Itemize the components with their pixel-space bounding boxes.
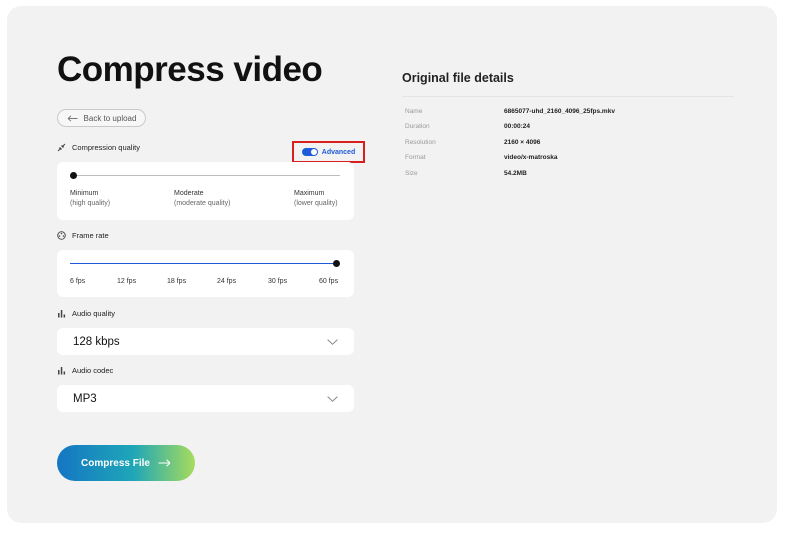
- audio-codec-label: Audio codec: [57, 366, 113, 375]
- compression-quality-label: Compression quality: [57, 143, 140, 152]
- detail-row-duration: Duration 00:00:24: [405, 123, 531, 130]
- detail-row-name: Name 6865077-uhd_2160_4096_25fps.mkv: [405, 108, 615, 115]
- detail-row-size: Size 54.2MB: [405, 170, 527, 177]
- fps-option: 6 fps: [70, 278, 86, 285]
- compress-file-label: Compress File: [81, 457, 150, 469]
- compression-slider-track[interactable]: [74, 175, 340, 176]
- frame-rate-slider-handle[interactable]: [333, 260, 340, 267]
- details-title: Original file details: [402, 71, 514, 85]
- arrow-left-icon: [67, 114, 78, 122]
- audio-codec-select[interactable]: MP3: [57, 385, 354, 412]
- frame-rate-text: Frame rate: [72, 231, 109, 240]
- compression-quality-text: Compression quality: [72, 143, 140, 152]
- audio-bars-icon: [58, 310, 66, 318]
- fps-option: 30 fps: [268, 278, 288, 285]
- frame-rate-panel: 6 fps 12 fps 18 fps 24 fps 30 fps 60 fps: [57, 250, 354, 297]
- back-to-upload-label: Back to upload: [83, 113, 137, 123]
- fps-option: 60 fps: [319, 278, 339, 285]
- arrow-right-icon: [158, 459, 171, 467]
- film-reel-icon: [57, 231, 66, 240]
- chevron-down-icon: [327, 395, 338, 402]
- fps-option: 12 fps: [117, 278, 137, 285]
- detail-row-format: Format video/x-matroska: [405, 154, 558, 161]
- frame-rate-label: Frame rate: [57, 231, 109, 240]
- audio-quality-text: Audio quality: [72, 309, 115, 318]
- frame-rate-slider-track[interactable]: [70, 263, 337, 264]
- compression-quality-panel: Minimum (high quality) Moderate (moderat…: [57, 162, 354, 220]
- quality-level-minimum: Minimum (high quality): [70, 190, 111, 207]
- details-divider: [402, 96, 734, 97]
- compression-slider-handle[interactable]: [70, 172, 77, 179]
- audio-quality-value: 128 kbps: [73, 335, 120, 348]
- audio-quality-select[interactable]: 128 kbps: [57, 328, 354, 355]
- compress-arrows-icon: [57, 143, 66, 152]
- audio-codec-value: MP3: [73, 392, 97, 405]
- quality-level-maximum: Maximum (lower quality): [294, 190, 338, 207]
- back-to-upload-button[interactable]: Back to upload: [57, 109, 146, 127]
- detail-row-resolution: Resolution 2160 × 4096: [405, 139, 541, 146]
- advanced-toggle-switch[interactable]: [301, 148, 318, 156]
- audio-codec-text: Audio codec: [72, 366, 114, 375]
- audio-bars-icon: [58, 367, 66, 375]
- fps-option: 24 fps: [217, 278, 237, 285]
- advanced-toggle-label: Advanced: [321, 148, 356, 156]
- fps-option: 18 fps: [167, 278, 187, 285]
- main-card: Compress video Back to upload Compressio…: [7, 6, 777, 523]
- compress-file-button[interactable]: Compress File: [57, 445, 195, 481]
- quality-level-moderate: Moderate (moderate quality): [174, 190, 231, 207]
- advanced-toggle[interactable]: Advanced: [292, 141, 365, 163]
- page-title: Compress video: [57, 50, 323, 89]
- audio-quality-label: Audio quality: [57, 309, 115, 318]
- chevron-down-icon: [327, 338, 338, 345]
